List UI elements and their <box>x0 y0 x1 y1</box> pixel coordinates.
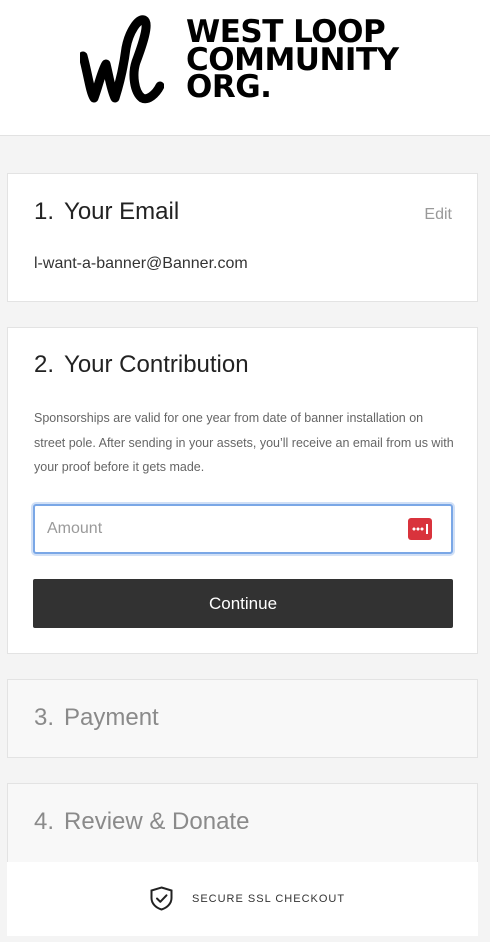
secure-ssl-label: SECURE SSL CHECKOUT <box>192 893 346 905</box>
organization-logo-text: WEST LOOP COMMUNITY ORG. <box>186 17 399 105</box>
edit-email-link[interactable]: Edit <box>424 206 452 224</box>
step-title-text: Your Email <box>64 198 180 225</box>
shield-check-icon <box>150 886 173 911</box>
step-number: 2. <box>34 351 55 378</box>
logo-line-3: ORG. <box>186 69 272 105</box>
continue-button[interactable]: Continue <box>33 579 453 628</box>
site-header: WEST LOOP COMMUNITY ORG. <box>0 0 490 136</box>
step-review-card: 4. Review & Donate <box>7 783 478 863</box>
step-number: 1. <box>34 198 55 225</box>
west-loop-logo-icon <box>80 15 164 104</box>
amount-input[interactable] <box>47 506 397 552</box>
amount-field[interactable] <box>33 504 453 554</box>
step-contribution-card: 2. Your Contribution Sponsorships are val… <box>7 327 478 654</box>
step-title-text: Review & Donate <box>64 808 250 835</box>
step-email-card: 1. Your Email Edit l-want-a-banner@Banner… <box>7 173 478 302</box>
step-number: 4. <box>34 808 55 835</box>
secure-checkout-footer: SECURE SSL CHECKOUT <box>7 862 478 936</box>
step-review-title: 4. Review & Donate <box>34 808 249 836</box>
step-number: 3. <box>34 704 55 731</box>
step-payment-title: 3. Payment <box>34 704 159 732</box>
step-email-title: 1. Your Email <box>34 198 179 226</box>
sponsorship-description: Sponsorships are valid for one year from… <box>34 411 454 474</box>
step-title-text: Your Contribution <box>64 351 249 378</box>
step-contribution-title: 2. Your Contribution <box>34 351 249 379</box>
step-payment-card: 3. Payment <box>7 679 478 758</box>
password-manager-icon[interactable] <box>408 518 432 540</box>
email-value: l-want-a-banner@Banner.com <box>34 255 248 272</box>
step-title-text: Payment <box>64 704 159 731</box>
